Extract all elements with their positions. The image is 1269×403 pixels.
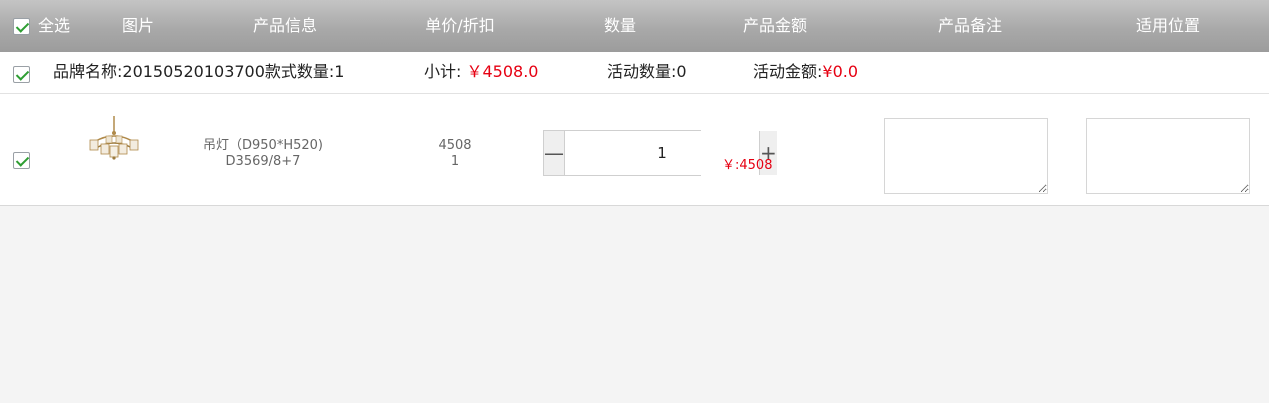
chandelier-image[interactable] (86, 116, 142, 160)
header-amount: 产品金额 (742, 16, 807, 35)
product-name[interactable]: 吊灯（D950*H520) (178, 138, 348, 154)
select-all-label[interactable]: 全选 (38, 0, 70, 52)
product-info: 吊灯（D950*H520) D3569/8+7 (178, 138, 348, 170)
subtotal: 小计: ￥4508.0 (424, 52, 539, 92)
product-remark-input[interactable] (884, 118, 1048, 194)
check-icon (13, 18, 30, 35)
cart-page: 全选 图片 产品信息 单价/折扣 数量 产品金额 产品备注 适用位置 品牌名称:… (0, 0, 1269, 403)
decrease-quantity-button[interactable]: — (544, 131, 565, 175)
discount-value: 1 (450, 154, 460, 169)
activity-amount: 活动金额:¥0.0 (753, 52, 858, 92)
product-model: D3569/8+7 (225, 154, 301, 169)
header-product-info: 产品信息 (252, 16, 317, 35)
subtotal-value: ￥4508.0 (466, 62, 539, 81)
header-quantity: 数量 (603, 16, 636, 35)
header-unit-price: 单价/折扣 (425, 16, 495, 35)
price-value: 4508 (438, 138, 472, 153)
table-header: 全选 图片 产品信息 单价/折扣 数量 产品金额 产品备注 适用位置 (0, 0, 1269, 52)
quantity-stepper: — + (543, 130, 777, 176)
activity-quantity: 活动数量:0 (607, 62, 687, 81)
activity-amount-value: ¥0.0 (822, 62, 859, 81)
check-icon (13, 66, 30, 83)
header-remark: 产品备注 (937, 16, 1002, 35)
subtotal-label: 小计: (424, 62, 462, 81)
activity-amount-label: 活动金额: (753, 62, 823, 81)
item-checkbox[interactable] (13, 150, 30, 169)
brand-row: 品牌名称:20150520103700款式数量:1 小计: ￥4508.0 活动… (0, 52, 1269, 94)
brand-name: 品牌名称:20150520103700款式数量:1 (53, 62, 345, 81)
select-all-checkbox[interactable] (13, 16, 30, 35)
brand-checkbox[interactable] (13, 64, 30, 83)
item-amount: ￥:4508 (722, 158, 773, 173)
header-image: 图片 (121, 16, 154, 35)
check-icon (13, 152, 30, 169)
unit-price: 4508 1 (405, 138, 505, 170)
header-position: 适用位置 (1135, 16, 1200, 35)
cart-item-row: 吊灯（D950*H520) D3569/8+7 4508 1 — + ￥:450… (0, 94, 1269, 206)
position-input[interactable] (1086, 118, 1250, 194)
